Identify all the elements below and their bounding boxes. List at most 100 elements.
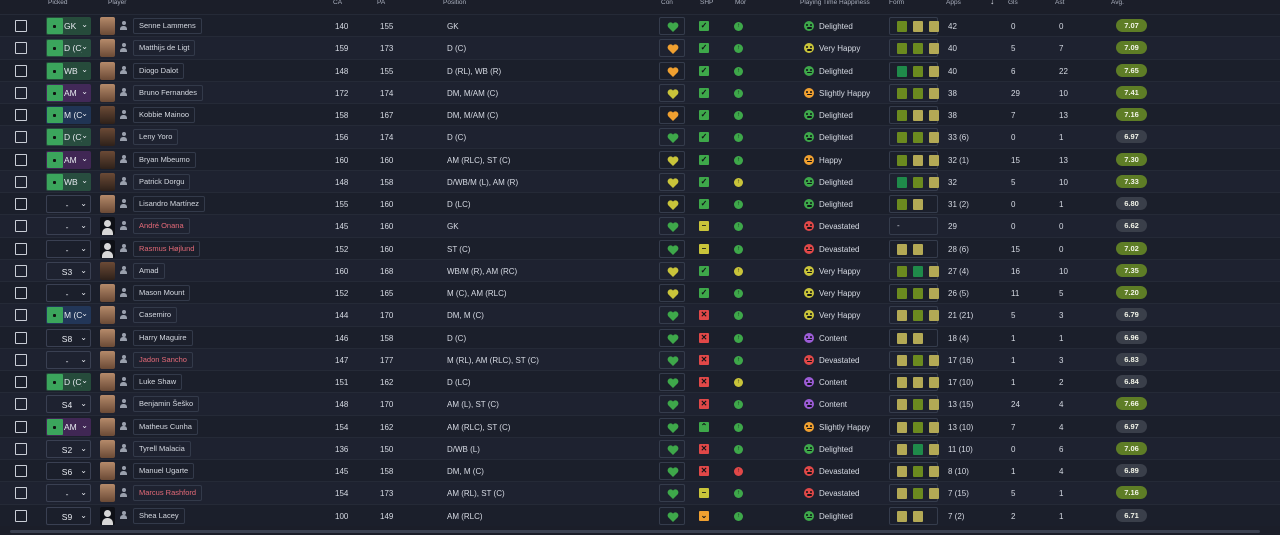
- row-checkbox[interactable]: [15, 398, 27, 411]
- player-name-link[interactable]: Harry Maguire: [133, 329, 193, 346]
- player-name-link[interactable]: Shea Lacey: [133, 507, 185, 524]
- player-name-link[interactable]: Mason Mount: [133, 285, 191, 301]
- table-row[interactable]: S8 ⌄ Harry Maguire 146 158 D (C) ✕ ↑ Content 18 (…: [0, 325, 1280, 348]
- picked-select[interactable]: D (C)⌄: [46, 373, 91, 391]
- row-checkbox[interactable]: [15, 353, 27, 366]
- player-name-link[interactable]: Amad: [133, 262, 165, 279]
- picked-select[interactable]: S9 ⌄: [46, 506, 91, 525]
- row-checkbox[interactable]: [15, 220, 27, 233]
- chevron-down-icon[interactable]: ⌄: [81, 176, 88, 185]
- chevron-down-icon[interactable]: ⌄: [81, 87, 88, 96]
- form-cell[interactable]: [889, 17, 939, 35]
- player-name-link[interactable]: Patrick Dorgu: [133, 173, 191, 190]
- table-row[interactable]: - ⌄ Mason Mount 152 165 M (C), AM (RLC) ✓ ↑ Very…: [0, 281, 1280, 304]
- chevron-down-icon[interactable]: ⌄: [81, 20, 88, 29]
- player-name-link[interactable]: Matthijs de Ligt: [133, 40, 196, 57]
- row-checkbox[interactable]: [15, 109, 27, 121]
- form-cell[interactable]: [889, 328, 938, 347]
- condition-cell[interactable]: [659, 83, 685, 102]
- table-row[interactable]: AM ⌄ Matheus Cunha 154 162 AM (RLC), ST (C) ⌃ ↑…: [0, 414, 1280, 437]
- condition-cell[interactable]: [659, 417, 685, 436]
- picked-select[interactable]: GK ⌄: [46, 17, 91, 35]
- row-checkbox[interactable]: [15, 175, 27, 188]
- form-cell[interactable]: [889, 350, 939, 369]
- row-checkbox[interactable]: [15, 198, 27, 210]
- condition-cell[interactable]: [659, 462, 685, 480]
- player-name-link[interactable]: Luke Shaw: [133, 374, 183, 390]
- row-checkbox[interactable]: [15, 42, 27, 55]
- picked-select[interactable]: - ⌄: [46, 484, 91, 503]
- col-playing-time[interactable]: Playing Time Happiness: [800, 0, 870, 6]
- col-avg[interactable]: Avg.: [1111, 0, 1124, 6]
- form-cell[interactable]: [889, 61, 939, 80]
- chevron-down-icon[interactable]: ⌄: [80, 333, 87, 342]
- player-name-link[interactable]: Jadon Sancho: [133, 351, 193, 368]
- table-row[interactable]: S4 ⌄ Benjamin Šeško 148 170 AM (L), ST (C) ✕ ↑ C…: [0, 392, 1280, 415]
- row-checkbox[interactable]: [15, 331, 27, 344]
- picked-select[interactable]: M (C)⌄: [46, 106, 91, 124]
- table-row[interactable]: D (C)⌄Matthijs de Ligt159173D (C)✓↑Very …: [0, 36, 1280, 59]
- table-row[interactable]: D (C)⌄Leny Yoro156174D (C)✓↑Delighted33 …: [0, 125, 1280, 148]
- table-row[interactable]: S3 ⌄ Amad 160 168 WB/M (R), AM (RC) ✓ ↑ Very Hap…: [0, 258, 1280, 281]
- form-cell[interactable]: [889, 395, 939, 414]
- condition-cell[interactable]: [659, 506, 685, 525]
- form-cell[interactable]: [889, 462, 939, 480]
- col-con[interactable]: Con: [661, 0, 673, 6]
- row-checkbox[interactable]: [15, 442, 27, 455]
- table-row[interactable]: WB ⌄ Patrick Dorgu 148 158 D/WB/M (L), AM (R)…: [0, 169, 1280, 192]
- chevron-down-icon[interactable]: ⌄: [81, 109, 88, 118]
- chevron-down-icon[interactable]: ⌄: [80, 355, 87, 364]
- table-row[interactable]: M (C)⌄ Casemiro 144 170 DM, M (C) ✕ ↑ Very Happ…: [0, 303, 1280, 326]
- table-row[interactable]: S6 ⌄ Manuel Ugarte 145 158 DM, M (C) ✕ ↑ Devasta…: [0, 459, 1280, 482]
- player-name-link[interactable]: Senne Lammens: [133, 18, 202, 34]
- chevron-down-icon[interactable]: ⌄: [81, 131, 88, 140]
- picked-select[interactable]: D (C)⌄: [46, 128, 91, 147]
- table-row[interactable]: GK ⌄ Senne Lammens 140 155 GK ✓ ↑ Delighted 42 0 0 7…: [0, 14, 1280, 37]
- player-name-link[interactable]: Benjamin Šeško: [133, 396, 200, 413]
- chevron-down-icon[interactable]: ⌄: [80, 466, 87, 475]
- chevron-down-icon[interactable]: ⌄: [80, 221, 87, 230]
- row-checkbox[interactable]: [15, 153, 27, 166]
- picked-select[interactable]: AM ⌄: [46, 150, 91, 169]
- form-cell[interactable]: [889, 172, 939, 191]
- table-row[interactable]: AM ⌄ Bruno Fernandes 172 174 DM, M/AM (C) ✓ ↑ Sl…: [0, 80, 1280, 103]
- condition-cell[interactable]: [659, 128, 685, 147]
- picked-select[interactable]: - ⌄: [46, 284, 91, 302]
- chevron-down-icon[interactable]: ⌄: [80, 399, 87, 408]
- table-row[interactable]: - ⌄ André Onana 145 160 GK – ↑ Devastated -29 0 0 6.…: [0, 214, 1280, 237]
- form-cell[interactable]: [889, 417, 939, 436]
- table-row[interactable]: - ⌄ Marcus Rashford 154 173 AM (RL), ST (C) – ↑…: [0, 481, 1280, 504]
- row-checkbox[interactable]: [15, 264, 27, 277]
- condition-cell[interactable]: [659, 484, 685, 503]
- form-cell[interactable]: -: [889, 217, 938, 236]
- form-cell[interactable]: [889, 439, 939, 458]
- condition-cell[interactable]: [659, 350, 685, 369]
- chevron-down-icon[interactable]: ⌄: [81, 376, 88, 385]
- table-row[interactable]: - ⌄ Lisandro Martínez 155 160 D (LC) ✓ ↑ Delight…: [0, 192, 1280, 215]
- player-name-link[interactable]: Bruno Fernandes: [133, 84, 203, 101]
- row-checkbox[interactable]: [15, 64, 27, 77]
- col-pa[interactable]: PA: [377, 0, 385, 6]
- picked-select[interactable]: AM ⌄: [46, 417, 91, 436]
- form-cell[interactable]: [889, 506, 938, 525]
- condition-cell[interactable]: [659, 306, 685, 325]
- picked-select[interactable]: S8 ⌄: [46, 328, 91, 347]
- condition-cell[interactable]: [659, 217, 685, 236]
- form-cell[interactable]: [889, 373, 939, 391]
- col-apps[interactable]: Apps: [946, 0, 961, 6]
- condition-cell[interactable]: [659, 195, 685, 213]
- col-gls[interactable]: Gls: [1008, 0, 1018, 6]
- form-cell[interactable]: [889, 128, 939, 147]
- row-checkbox[interactable]: [15, 242, 27, 255]
- condition-cell[interactable]: [659, 373, 685, 391]
- col-position[interactable]: Position: [443, 0, 466, 6]
- picked-select[interactable]: S4 ⌄: [46, 395, 91, 414]
- chevron-down-icon[interactable]: ⌄: [80, 288, 87, 297]
- col-shp[interactable]: SHP: [700, 0, 713, 6]
- player-name-link[interactable]: Lisandro Martínez: [133, 196, 206, 212]
- player-name-link[interactable]: Manuel Ugarte: [133, 463, 195, 479]
- row-checkbox[interactable]: [15, 376, 27, 388]
- chevron-down-icon[interactable]: ⌄: [80, 488, 87, 497]
- row-checkbox[interactable]: [15, 465, 27, 477]
- form-cell[interactable]: [889, 284, 939, 302]
